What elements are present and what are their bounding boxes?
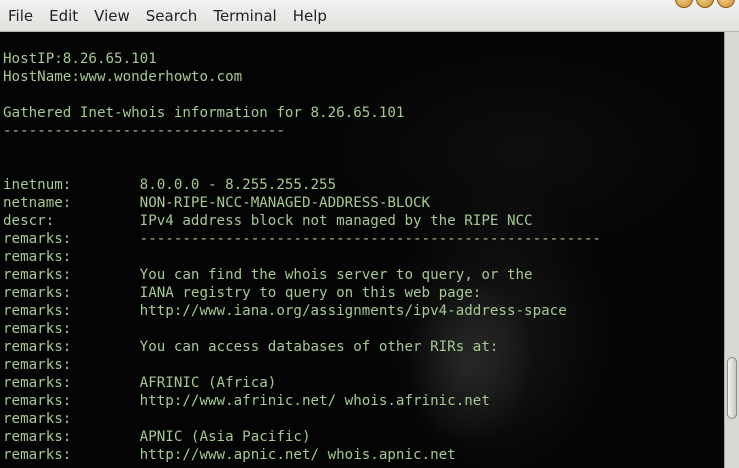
terminal-line: --------------------------------- <box>3 123 285 139</box>
terminal-line: remarks: APNIC (Asia Pacific) <box>3 429 311 445</box>
menu-help[interactable]: Help <box>285 0 335 32</box>
terminal-output[interactable]: HostIP:8.26.65.101 HostName:www.wonderho… <box>0 32 724 468</box>
vertical-scrollbar[interactable] <box>724 32 739 468</box>
terminal-line: remarks: http://www.iana.org/assignments… <box>3 303 567 319</box>
terminal-line: remarks: IANA registry to query on this … <box>3 285 482 301</box>
terminal-line: netname: NON-RIPE-NCC-MANAGED-ADDRESS-BL… <box>3 195 431 211</box>
scrollbar-thumb[interactable] <box>727 357 737 419</box>
menu-edit[interactable]: Edit <box>41 0 86 32</box>
close-button[interactable] <box>717 0 735 8</box>
terminal-line: remarks: <box>3 411 72 427</box>
terminal-line: inetnum: 8.0.0.0 - 8.255.255.255 <box>3 177 337 193</box>
menu-bar: File Edit View Search Terminal Help <box>0 0 739 32</box>
terminal-line: descr: IPv4 address block not managed by… <box>3 213 533 229</box>
terminal-line: remarks: AFRINIC (Africa) <box>3 375 277 391</box>
terminal-line: HostName:www.wonderhowto.com <box>3 69 243 85</box>
terminal-line: remarks: <box>3 249 72 265</box>
terminal-line: remarks: <box>3 357 72 373</box>
terminal-line: remarks: You can find the whois server t… <box>3 267 533 283</box>
minimize-button[interactable] <box>675 0 693 8</box>
maximize-button[interactable] <box>696 0 714 8</box>
terminal-line: remarks: http://www.afrinic.net/ whois.a… <box>3 393 490 409</box>
menu-file[interactable]: File <box>0 0 41 32</box>
terminal-line: remarks: -------------------------------… <box>3 231 601 247</box>
terminal-line: HostIP:8.26.65.101 <box>3 51 157 67</box>
terminal-line: remarks: You can access databases of oth… <box>3 339 499 355</box>
menu-terminal[interactable]: Terminal <box>205 0 284 32</box>
terminal-line: Gathered Inet-whois information for 8.26… <box>3 105 405 121</box>
terminal-line: remarks: <box>3 321 72 337</box>
window-buttons <box>675 0 735 8</box>
terminal-line: remarks: http://www.apnic.net/ whois.apn… <box>3 447 456 463</box>
menu-view[interactable]: View <box>86 0 138 32</box>
menu-search[interactable]: Search <box>138 0 206 32</box>
